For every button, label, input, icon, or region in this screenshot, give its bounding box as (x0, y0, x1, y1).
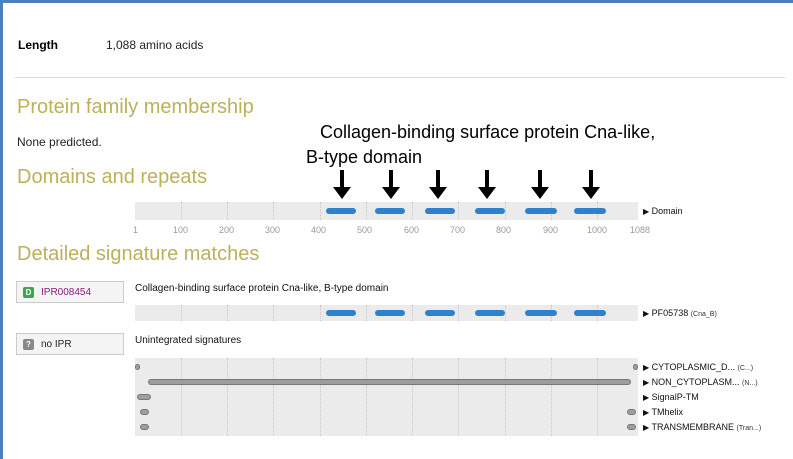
annotation-line-1: Collagen-binding surface protein Cna-lik… (320, 122, 656, 142)
track-label-tmhelix[interactable]: ▶ TMhelix (643, 407, 683, 417)
axis-tick: 700 (450, 225, 466, 235)
down-arrow-icon (429, 170, 447, 199)
divider (15, 77, 785, 78)
domain-mark[interactable] (375, 208, 405, 214)
cytoplasmic-mark[interactable] (633, 364, 638, 370)
signalp-mark[interactable] (137, 394, 151, 400)
signature-mark[interactable] (425, 310, 455, 316)
annotation-line-2: B-type domain (306, 147, 423, 167)
no-ipr-label: no IPR (41, 338, 72, 350)
domain-mark[interactable] (525, 208, 557, 214)
signature-mark[interactable] (375, 310, 405, 316)
signature-mark[interactable] (525, 310, 557, 316)
axis-tick: 1000 (587, 225, 608, 235)
axis-tick: 500 (357, 225, 373, 235)
signature-track (135, 305, 638, 321)
transmembrane-mark[interactable] (140, 424, 149, 430)
non-cytoplasmic-mark[interactable] (148, 379, 631, 385)
unintegrated-tracks (135, 358, 638, 436)
track-label-transmembrane[interactable]: ▶ TRANSMEMBRANE (Tran...) (643, 422, 761, 432)
family-note: None predicted. (17, 135, 102, 149)
length-value: 1,088 amino acids (106, 38, 204, 52)
down-arrow-icon (531, 170, 549, 199)
ipr-accession-link[interactable]: IPR008454 (41, 287, 91, 298)
length-label: Length (18, 38, 58, 52)
track-label-non-cytoplasmic[interactable]: ▶ NON_CYTOPLASM... (N...) (643, 377, 758, 387)
transmembrane-mark[interactable] (627, 424, 636, 430)
section-title-domains: Domains and repeats (17, 166, 208, 188)
section-title-matches: Detailed signature matches (17, 243, 260, 265)
down-arrow-icon (333, 170, 351, 199)
tmhelix-mark[interactable] (140, 409, 149, 415)
axis-tick: 400 (311, 225, 327, 235)
ipr-description: Collagen-binding surface protein Cna-lik… (135, 283, 389, 294)
domain-track-label[interactable]: ▶ Domain (643, 206, 683, 216)
signature-track-label[interactable]: ▶ PF05738 (Cna_B) (643, 308, 717, 318)
domain-track (135, 202, 638, 220)
domain-mark[interactable] (475, 208, 505, 214)
signature-mark[interactable] (574, 310, 606, 316)
track-label-cytoplasmic[interactable]: ▶ CYTOPLASMIC_D... (C...) (643, 362, 753, 372)
down-arrow-icon (382, 170, 400, 199)
domain-mark[interactable] (425, 208, 455, 214)
signature-mark[interactable] (326, 310, 356, 316)
axis-tick: 1088 (630, 225, 651, 235)
tmhelix-mark[interactable] (627, 409, 636, 415)
domain-mark[interactable] (574, 208, 606, 214)
unknown-icon: ? (23, 338, 34, 350)
axis-tick: 300 (265, 225, 281, 235)
signature-mark[interactable] (475, 310, 505, 316)
unintegrated-description: Unintegrated signatures (135, 335, 242, 346)
section-title-family: Protein family membership (17, 96, 254, 118)
domain-type-icon: D (23, 286, 34, 298)
axis-tick: 200 (219, 225, 235, 235)
cytoplasmic-mark[interactable] (135, 364, 140, 370)
axis-tick: 800 (496, 225, 512, 235)
down-arrow-icon (582, 170, 600, 199)
axis-tick: 1 (133, 225, 139, 235)
no-ipr-badge[interactable]: ? no IPR (16, 333, 124, 355)
axis-tick: 900 (543, 225, 559, 235)
down-arrow-icon (478, 170, 496, 199)
domain-mark[interactable] (326, 208, 356, 214)
ipr-badge[interactable]: D IPR008454 (16, 281, 124, 303)
axis-tick: 600 (404, 225, 420, 235)
axis-tick: 100 (173, 225, 189, 235)
track-label-signalp[interactable]: ▶ SignalP-TM (643, 392, 699, 402)
